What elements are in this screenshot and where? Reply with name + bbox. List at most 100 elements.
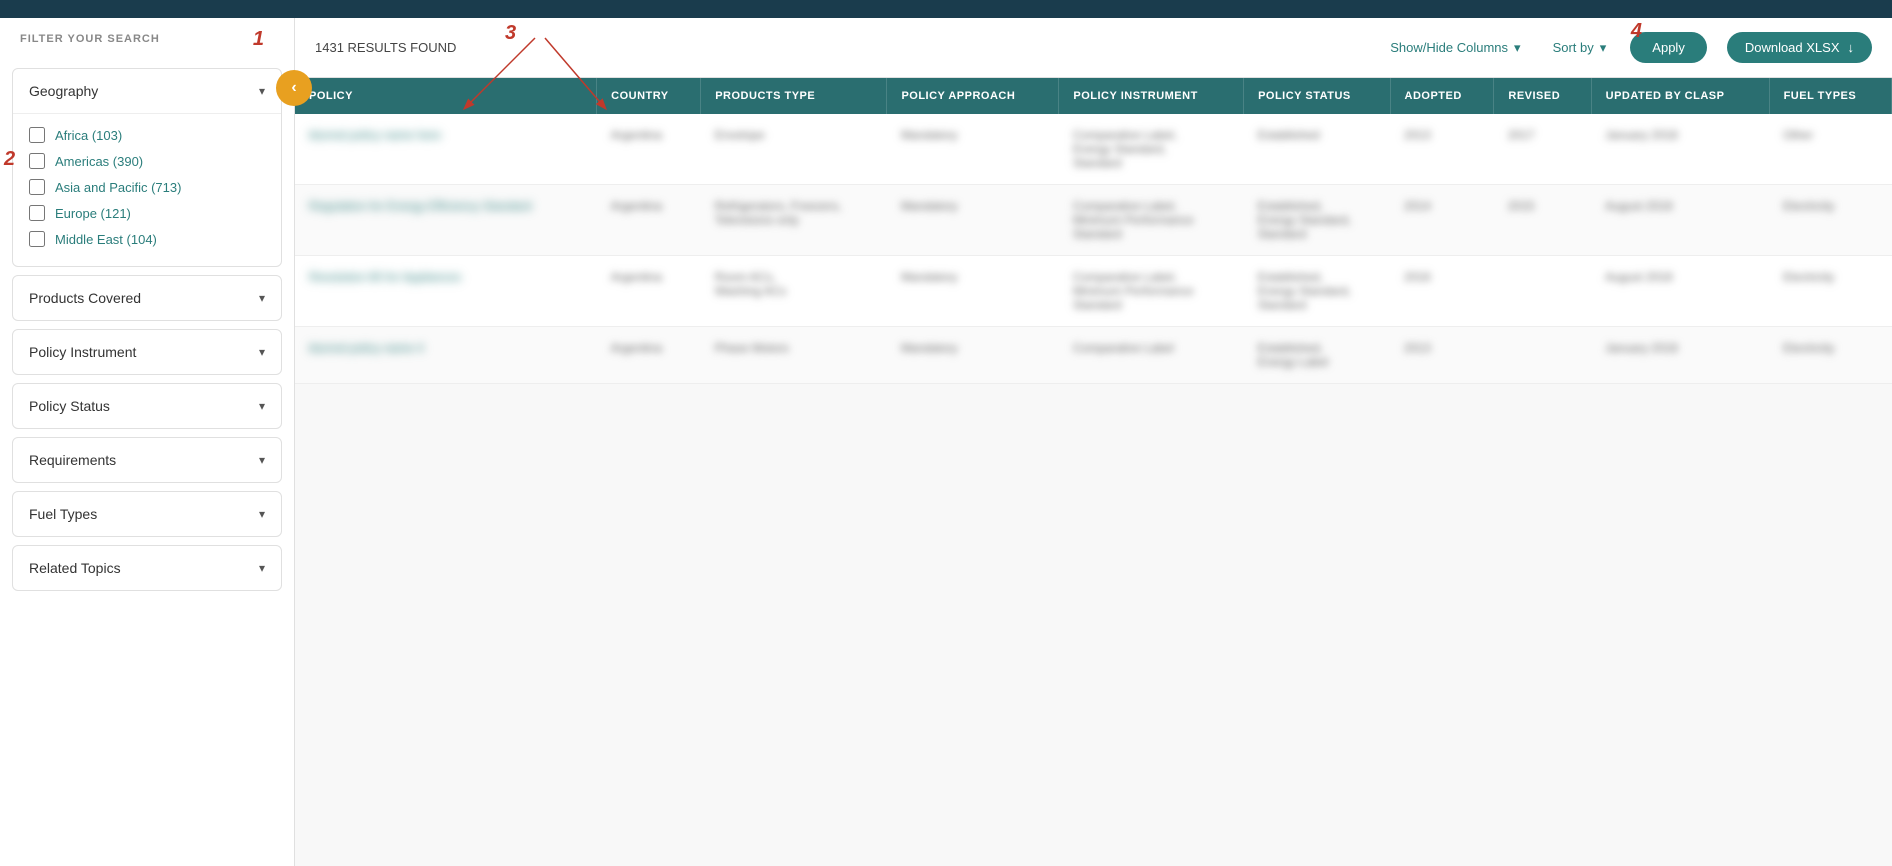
collapse-icon: ‹	[291, 79, 296, 97]
col-products-type: PRODUCTS TYPE	[701, 78, 887, 114]
requirements-chevron-icon: ▾	[259, 453, 265, 467]
sort-by-button[interactable]: Sort by ▾	[1545, 36, 1615, 60]
filter-section-products-covered: Products Covered ▾	[12, 275, 282, 321]
related-topics-chevron-icon: ▾	[259, 561, 265, 575]
col-fuel-types: FUEL TYPES	[1769, 78, 1891, 114]
download-icon: ↓	[1848, 40, 1855, 55]
policy-status-label: Policy Status	[29, 398, 110, 414]
filter-section-policy-status: Policy Status ▾	[12, 383, 282, 429]
show-hide-columns-button[interactable]: Show/Hide Columns ▾	[1382, 36, 1528, 60]
middleeast-checkbox[interactable]	[29, 231, 45, 247]
col-country: COUNTRY	[597, 78, 701, 114]
cell-policy-status: Established,Energy Label	[1244, 327, 1390, 384]
top-bar	[0, 0, 1892, 18]
data-table: POLICY COUNTRY PRODUCTS TYPE POLICY APPR…	[295, 78, 1892, 384]
cell-policy-instrument: Comparative Label,Minimum PerformanceSta…	[1059, 256, 1244, 327]
table-row: Regulation for Energy Efficiency Standar…	[295, 185, 1892, 256]
cell-fuel-types: Electricity	[1769, 327, 1891, 384]
africa-checkbox[interactable]	[29, 127, 45, 143]
sidebar: FILTER YOUR SEARCH ‹ 1 2 Geography ▾ Afr…	[0, 18, 295, 866]
filter-section-fuel-types: Fuel Types ▾	[12, 491, 282, 537]
cell-country: Argentina	[597, 185, 701, 256]
geography-section-header[interactable]: Geography ▾	[13, 69, 281, 113]
geography-chevron-icon: ▾	[259, 84, 265, 98]
fuel-types-chevron-icon: ▾	[259, 507, 265, 521]
cell-policy-instrument: Comparative Label	[1059, 327, 1244, 384]
results-count: 1431 RESULTS FOUND	[315, 40, 1362, 55]
middleeast-label: Middle East (104)	[55, 232, 157, 247]
col-revised: REVISED	[1494, 78, 1591, 114]
policy-instrument-header[interactable]: Policy Instrument ▾	[13, 330, 281, 374]
policy-status-header[interactable]: Policy Status ▾	[13, 384, 281, 428]
americas-checkbox[interactable]	[29, 153, 45, 169]
policy-instrument-label: Policy Instrument	[29, 344, 136, 360]
cell-policy-instrument: Comparative Label,Energy Standard,Standa…	[1059, 114, 1244, 185]
cell-policy-approach: Mandatory	[887, 114, 1059, 185]
geography-label: Geography	[29, 83, 98, 99]
cell-updated-by-clasp: August 2018	[1591, 256, 1769, 327]
cell-country: Argentina	[597, 256, 701, 327]
table-row: blurred policy name here Argentina Envel…	[295, 114, 1892, 185]
cell-products-type: Refrigerators, Freezers,Televisions only	[701, 185, 887, 256]
asia-checkbox[interactable]	[29, 179, 45, 195]
results-toolbar: 1431 RESULTS FOUND 3 Show/Hide Columns	[295, 18, 1892, 78]
cell-updated-by-clasp: January 2018	[1591, 114, 1769, 185]
asia-label: Asia and Pacific (713)	[55, 180, 181, 195]
show-hide-chevron-icon: ▾	[1514, 40, 1521, 56]
cell-products-type: Envelope	[701, 114, 887, 185]
cell-policy: blurred policy name 4	[295, 327, 597, 384]
filter-section-related-topics: Related Topics ▾	[12, 545, 282, 591]
cell-revised: 2015	[1494, 185, 1591, 256]
cell-policy-status: Established,Energy Standard,Standard	[1244, 185, 1390, 256]
col-updated-by-clasp: UPDATED BY CLASP	[1591, 78, 1769, 114]
filter-section-requirements: Requirements ▾	[12, 437, 282, 483]
related-topics-header[interactable]: Related Topics ▾	[13, 546, 281, 590]
filter-header: FILTER YOUR SEARCH	[0, 33, 294, 60]
cell-adopted: 2014	[1390, 185, 1494, 256]
europe-checkbox[interactable]	[29, 205, 45, 221]
americas-label: Americas (390)	[55, 154, 143, 169]
cell-fuel-types: Electricity	[1769, 185, 1891, 256]
checkbox-africa[interactable]: Africa (103)	[29, 122, 265, 148]
cell-policy-status: Established	[1244, 114, 1390, 185]
fuel-types-label: Fuel Types	[29, 506, 97, 522]
apply-button[interactable]: Apply	[1630, 32, 1707, 63]
cell-products-type: Room ACs,Washing ACs	[701, 256, 887, 327]
filter-section-policy-instrument: Policy Instrument ▾	[12, 329, 282, 375]
table-row: Resolution 80 for Appliances Argentina R…	[295, 256, 1892, 327]
geography-options: Africa (103) Americas (390) Asia and Pac…	[13, 113, 281, 266]
fuel-types-header[interactable]: Fuel Types ▾	[13, 492, 281, 536]
related-topics-label: Related Topics	[29, 560, 121, 576]
table-row: blurred policy name 4 Argentina Phase Mo…	[295, 327, 1892, 384]
cell-policy-status: Established,Energy Standard,Standard	[1244, 256, 1390, 327]
products-covered-header[interactable]: Products Covered ▾	[13, 276, 281, 320]
cell-policy: Regulation for Energy Efficiency Standar…	[295, 185, 597, 256]
table-container: POLICY COUNTRY PRODUCTS TYPE POLICY APPR…	[295, 78, 1892, 866]
filter-section-geography: Geography ▾ Africa (103) Americas (390) …	[12, 68, 282, 267]
cell-policy-approach: Mandatory	[887, 327, 1059, 384]
checkbox-europe[interactable]: Europe (121)	[29, 200, 265, 226]
cell-revised	[1494, 256, 1591, 327]
main-content: 1431 RESULTS FOUND 3 Show/Hide Columns	[295, 18, 1892, 866]
cell-country: Argentina	[597, 327, 701, 384]
toolbar-controls: Show/Hide Columns ▾ Sort by ▾ Apply	[1382, 32, 1707, 63]
requirements-label: Requirements	[29, 452, 116, 468]
download-xlsx-label: Download XLSX	[1745, 40, 1840, 55]
collapse-sidebar-button[interactable]: ‹	[276, 70, 312, 106]
checkbox-americas[interactable]: Americas (390)	[29, 148, 265, 174]
cell-fuel-types: Other	[1769, 114, 1891, 185]
cell-products-type: Phase Motors	[701, 327, 887, 384]
cell-updated-by-clasp: January 2018	[1591, 327, 1769, 384]
cell-policy-approach: Mandatory	[887, 185, 1059, 256]
europe-label: Europe (121)	[55, 206, 131, 221]
policy-instrument-chevron-icon: ▾	[259, 345, 265, 359]
download-xlsx-button[interactable]: Download XLSX ↓	[1727, 32, 1872, 63]
cell-country: Argentina	[597, 114, 701, 185]
checkbox-middleeast[interactable]: Middle East (104)	[29, 226, 265, 252]
products-covered-chevron-icon: ▾	[259, 291, 265, 305]
africa-label: Africa (103)	[55, 128, 122, 143]
requirements-header[interactable]: Requirements ▾	[13, 438, 281, 482]
checkbox-asia[interactable]: Asia and Pacific (713)	[29, 174, 265, 200]
cell-policy: blurred policy name here	[295, 114, 597, 185]
cell-policy-approach: Mandatory	[887, 256, 1059, 327]
